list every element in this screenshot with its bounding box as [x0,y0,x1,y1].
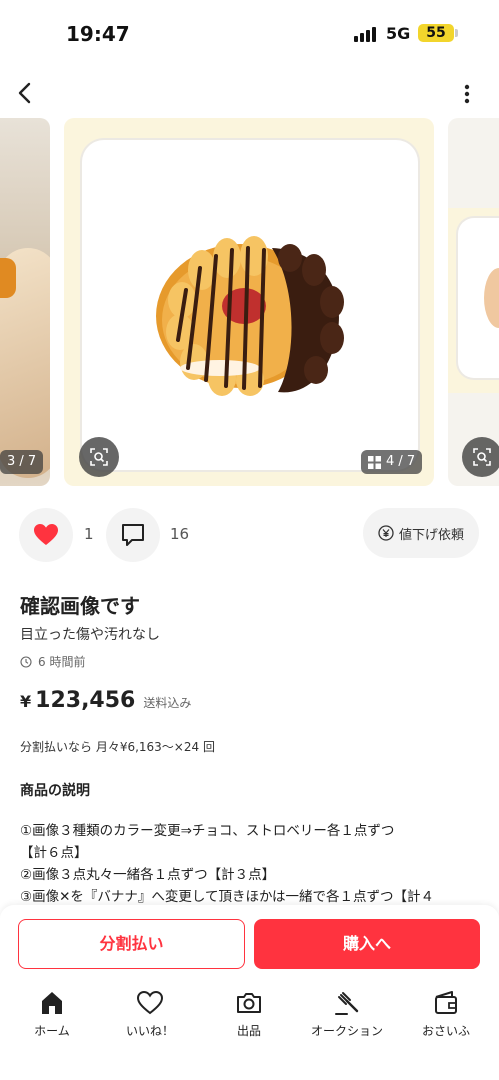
scan-search-icon [473,448,491,466]
description-line: ①画像３種類のカラー変更⇒チョコ、ストロベリー各１点ずつ [20,823,395,839]
yen-circle-icon [378,525,394,541]
nav-wallet-label: おさいふ [421,1024,470,1038]
nav-likes-label: いいね！ [125,1024,174,1038]
wallet-icon [435,991,457,1014]
network-type: 5G [386,24,411,43]
image-card [82,140,418,470]
signal-icon [354,26,376,42]
battery-tip [455,29,458,37]
posted-time-row: 6 時間前 [20,653,85,670]
chevron-left-icon [18,82,31,104]
next-image[interactable] [448,118,499,486]
price-drop-request-button[interactable]: 値下げ依頼 [363,508,479,558]
price-symbol: ¥ [20,692,32,711]
gavel-icon [335,992,359,1015]
heart-outline-icon [136,990,164,1015]
image-counter-text: 4 / 7 [386,454,416,469]
status-time: 19:47 [66,22,130,46]
bottom-nav: ホーム いいね！ 出品 オークション おさいふ [0,987,499,1080]
description-line: ②画像３点丸々一緒各１点ずつ【計３点】 [20,867,276,883]
nav-sell[interactable]: 出品 [199,989,299,1039]
price-drop-label: 値下げ依頼 [398,527,464,543]
camera-icon [237,993,261,1013]
nav-sell-label: 出品 [236,1024,261,1038]
price-row: ¥ 123,456 送料込み [20,688,191,713]
donut-image [156,236,344,396]
main-image[interactable]: 4 / 7 [64,118,434,486]
comment-icon [122,524,144,546]
installment-info: 分割払いなら 月々¥6,163〜×24 回 [20,740,215,754]
pastry-shape [0,258,16,298]
item-title: 確認画像です [20,594,140,618]
description-heading: 商品の説明 [20,783,90,799]
home-icon [42,992,62,1014]
image-carousel[interactable]: 3 / 7 4 / 7 [0,118,499,490]
posted-time: 6 時間前 [38,655,86,669]
comment-button[interactable] [106,508,160,562]
previous-counter-text: 3 / 7 [7,454,37,469]
more-vertical-icon [464,84,470,104]
back-button[interactable] [10,78,40,108]
purchase-bar: 分割払い 購入へ [0,905,499,987]
action-row: 1 16 値下げ依頼 [0,504,499,562]
nav-home-label: ホーム [34,1024,70,1038]
status-bar: 19:47 5G 55 [0,0,499,70]
comment-count: 16 [170,525,190,543]
image-search-button[interactable] [79,437,119,477]
more-options-button[interactable] [456,80,478,108]
battery-icon: 55 [418,24,454,42]
grid-icon [368,455,381,469]
nav-auction-label: オークション [310,1024,383,1038]
clock-icon [20,655,32,668]
nav-wallet[interactable]: おさいふ [396,989,496,1039]
nav-auction[interactable]: オークション [297,989,397,1039]
heart-filled-icon [34,524,58,545]
previous-image-counter: 3 / 7 [0,450,44,474]
like-button[interactable] [19,508,73,562]
next-image-search-button[interactable] [462,437,499,477]
item-condition: 目立った傷や汚れなし [20,627,160,643]
nav-home[interactable]: ホーム [2,989,102,1039]
scan-search-icon [90,448,108,466]
like-count: 1 [84,525,94,543]
item-description: ①画像３種類のカラー変更⇒チョコ、ストロベリー各１点ずつ 【計６点】 ②画像３点… [20,820,490,908]
description-line: 【計６点】 [20,845,88,861]
split-payment-button[interactable]: 分割払い [18,919,245,969]
previous-image[interactable]: 3 / 7 [0,118,50,486]
shipping-note: 送料込み [143,696,192,710]
nav-likes[interactable]: いいね！ [100,989,200,1039]
buy-button[interactable]: 購入へ [254,919,480,969]
image-counter[interactable]: 4 / 7 [361,450,423,474]
price-value: 123,456 [35,688,136,713]
